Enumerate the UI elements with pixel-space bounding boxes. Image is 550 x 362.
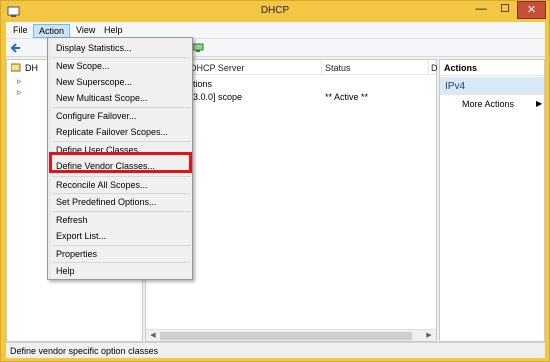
menu-item-replicate-failover-scopes[interactable]: Replicate Failover Scopes... <box>56 125 168 139</box>
horizontal-scrollbar[interactable]: ◀ ▶ <box>146 329 436 341</box>
menu-separator <box>52 262 191 263</box>
column-divider[interactable] <box>428 60 429 75</box>
menu-item-configure-failover[interactable]: Configure Failover... <box>56 109 137 123</box>
menu-item-help[interactable]: Help <box>56 264 75 278</box>
scroll-thumb[interactable] <box>160 332 412 340</box>
more-actions-link[interactable]: More Actions <box>462 99 514 109</box>
status-bar: Define vendor specific option classes <box>6 342 545 358</box>
menu-separator <box>52 176 191 177</box>
actions-pane: Actions IPv4 More Actions ▶ <box>439 59 545 342</box>
menu-item-export-list[interactable]: Export List... <box>56 229 106 243</box>
tree-expander-icon[interactable]: ▹ <box>17 76 22 87</box>
menu-item-set-predefined-options[interactable]: Set Predefined Options... <box>56 195 157 209</box>
actions-section-ipv4[interactable]: IPv4 <box>440 77 544 95</box>
tree-root-label[interactable]: DH <box>25 63 38 73</box>
menu-separator <box>52 211 191 212</box>
menu-item-new-superscope[interactable]: New Superscope... <box>56 75 132 89</box>
menu-item-display-statistics[interactable]: Display Statistics... <box>56 41 132 55</box>
column-divider[interactable] <box>321 60 322 75</box>
menu-item-new-scope[interactable]: New Scope... <box>56 59 110 73</box>
menu-item-refresh[interactable]: Refresh <box>56 213 88 227</box>
menu-separator <box>52 193 191 194</box>
actions-title: Actions <box>440 60 544 76</box>
highlight-annotation-box <box>49 152 192 173</box>
column-header-server[interactable]: DHCP Server <box>190 63 244 73</box>
submenu-arrow-icon: ▶ <box>536 99 543 108</box>
menu-separator <box>52 141 191 142</box>
list-row-name[interactable]: tions <box>193 79 212 89</box>
menu-item-reconcile-all-scopes[interactable]: Reconcile All Scopes... <box>56 178 148 192</box>
menu-separator <box>52 107 191 108</box>
close-button[interactable]: ✕ <box>517 1 546 19</box>
server-icon[interactable] <box>192 42 204 54</box>
column-header-d[interactable]: D <box>431 63 438 73</box>
menu-separator <box>52 57 191 58</box>
maximize-button[interactable]: ☐ <box>494 1 516 19</box>
menu-item-properties[interactable]: Properties <box>56 247 97 261</box>
list-row-status: ** Active ** <box>325 92 369 102</box>
dhcp-node-icon <box>11 63 21 72</box>
tree-expander-icon-selected[interactable]: ▹ <box>17 87 22 98</box>
scroll-right-icon[interactable]: ▶ <box>423 330 435 341</box>
menu-separator <box>52 245 191 246</box>
scroll-left-icon[interactable]: ◀ <box>147 330 159 341</box>
column-header-status[interactable]: Status <box>325 63 351 73</box>
menu-file[interactable]: File <box>8 24 33 38</box>
menu-item-new-multicast-scope[interactable]: New Multicast Scope... <box>56 91 148 105</box>
list-row-name[interactable]: 3.0.0] scope <box>193 92 242 102</box>
title-bar[interactable]: DHCP — ☐ ✕ <box>1 1 549 22</box>
menu-action[interactable]: Action <box>33 24 71 38</box>
minimize-button[interactable]: — <box>469 1 493 19</box>
menu-help[interactable]: Help <box>99 24 128 38</box>
window-title: DHCP <box>260 5 290 16</box>
menu-view[interactable]: View <box>71 24 100 38</box>
back-arrow-icon[interactable] <box>10 42 22 54</box>
